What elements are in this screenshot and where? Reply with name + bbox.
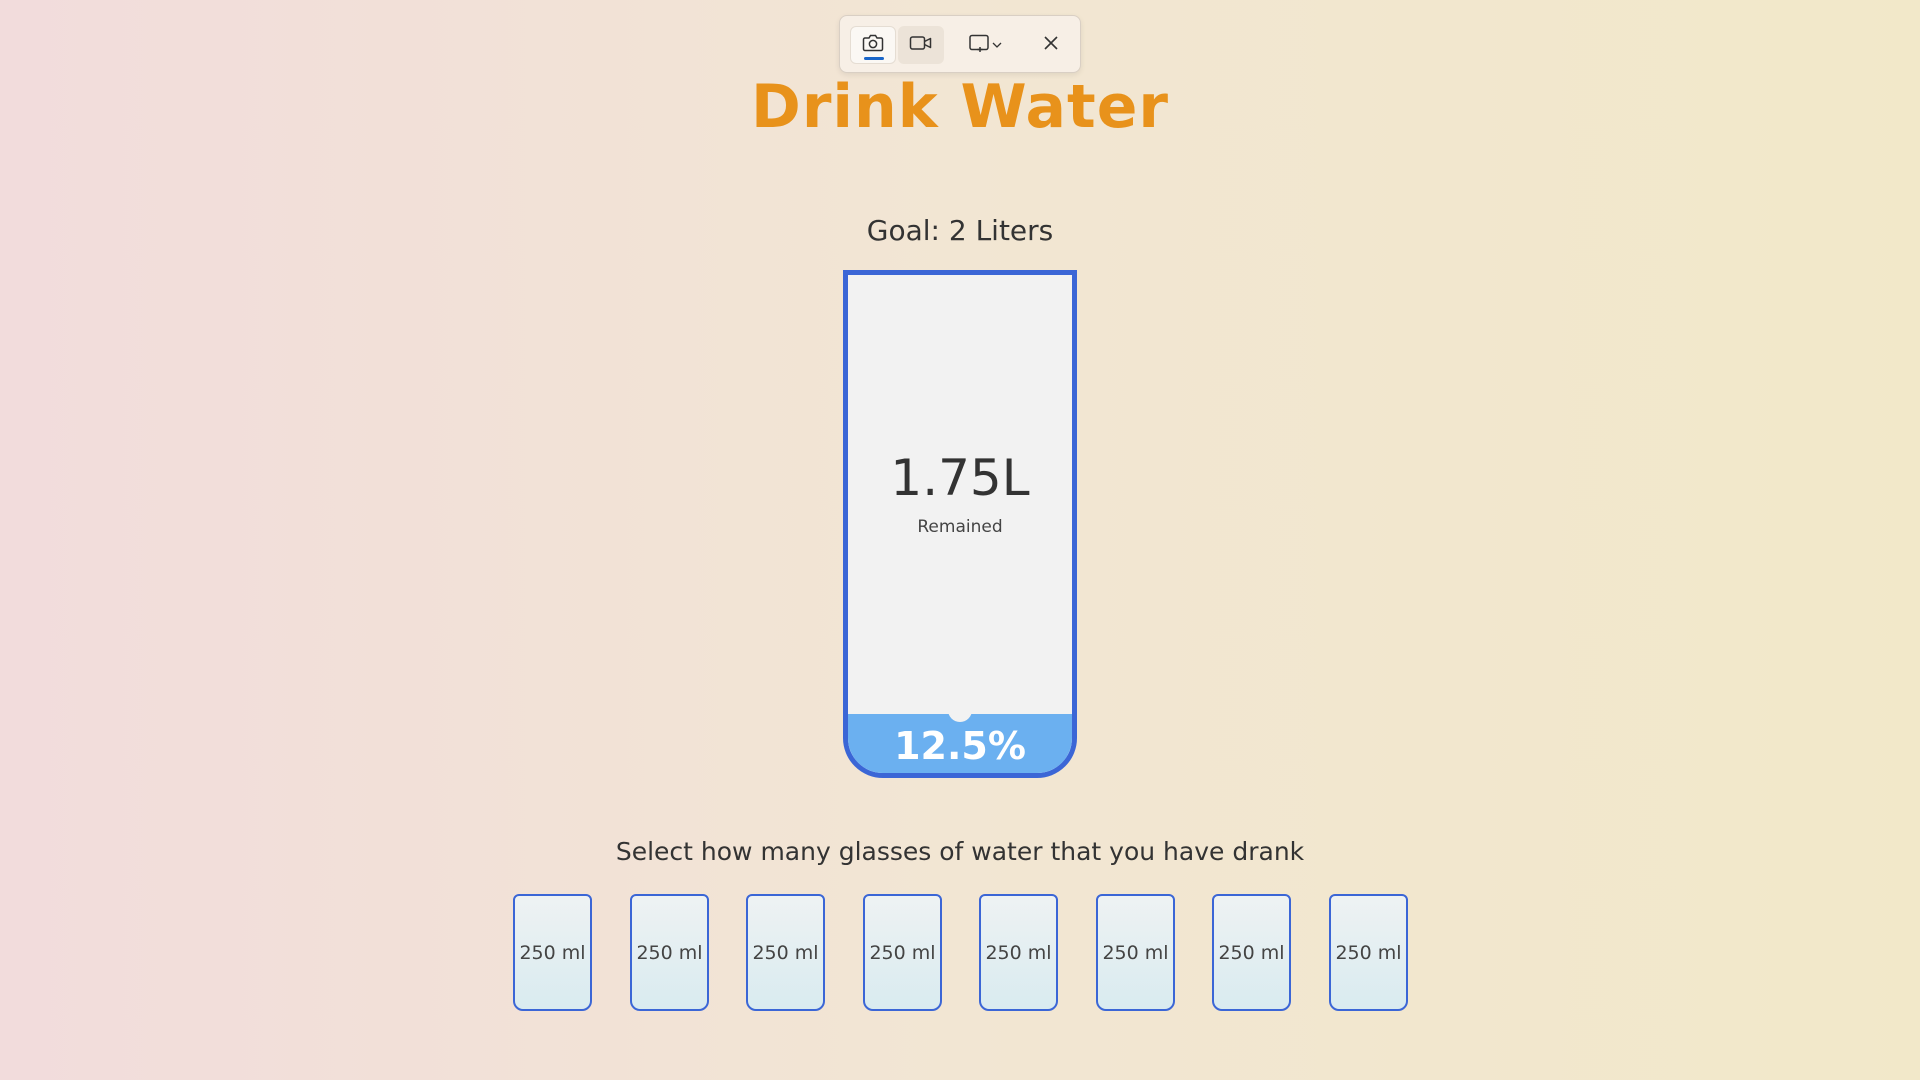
video-icon: [909, 34, 933, 57]
camera-icon: [862, 33, 884, 58]
small-cup[interactable]: 250 ml: [630, 894, 709, 1011]
remained-label: Remained: [917, 516, 1003, 537]
big-cup: 1.75L Remained 12.5%: [843, 270, 1077, 778]
screenshot-mode-button[interactable]: [850, 26, 896, 64]
remained-value: 1.75L: [890, 448, 1030, 507]
small-cup[interactable]: 250 ml: [1212, 894, 1291, 1011]
remained-section: 1.75L Remained: [848, 275, 1072, 714]
small-cups-container: 250 ml 250 ml 250 ml 250 ml 250 ml 250 ml 250 …: [513, 894, 1408, 1012]
fill-percentage: 12.5%: [894, 723, 1026, 768]
close-button[interactable]: [1028, 26, 1074, 64]
small-cup[interactable]: 250 ml: [863, 894, 942, 1011]
instruction-text: Select how many glasses of water that yo…: [615, 837, 1305, 866]
app-title: Drink Water: [751, 72, 1169, 142]
chevron-down-icon: [992, 36, 1002, 54]
small-cup[interactable]: 250 ml: [1096, 894, 1175, 1011]
small-cup[interactable]: 250 ml: [979, 894, 1058, 1011]
small-cup[interactable]: 250 ml: [746, 894, 825, 1011]
close-icon: [1043, 35, 1059, 56]
snipping-toolbar: [839, 15, 1081, 73]
video-mode-button[interactable]: [898, 26, 944, 64]
snip-shape-button[interactable]: [960, 26, 1010, 64]
water-bubble: [948, 706, 972, 722]
water-fill: 12.5%: [848, 706, 1072, 773]
goal-text: Goal: 2 Liters: [866, 214, 1054, 247]
small-cup[interactable]: 250 ml: [1329, 894, 1408, 1011]
snip-shape-icon: [968, 33, 1008, 58]
small-cup[interactable]: 250 ml: [513, 894, 592, 1011]
